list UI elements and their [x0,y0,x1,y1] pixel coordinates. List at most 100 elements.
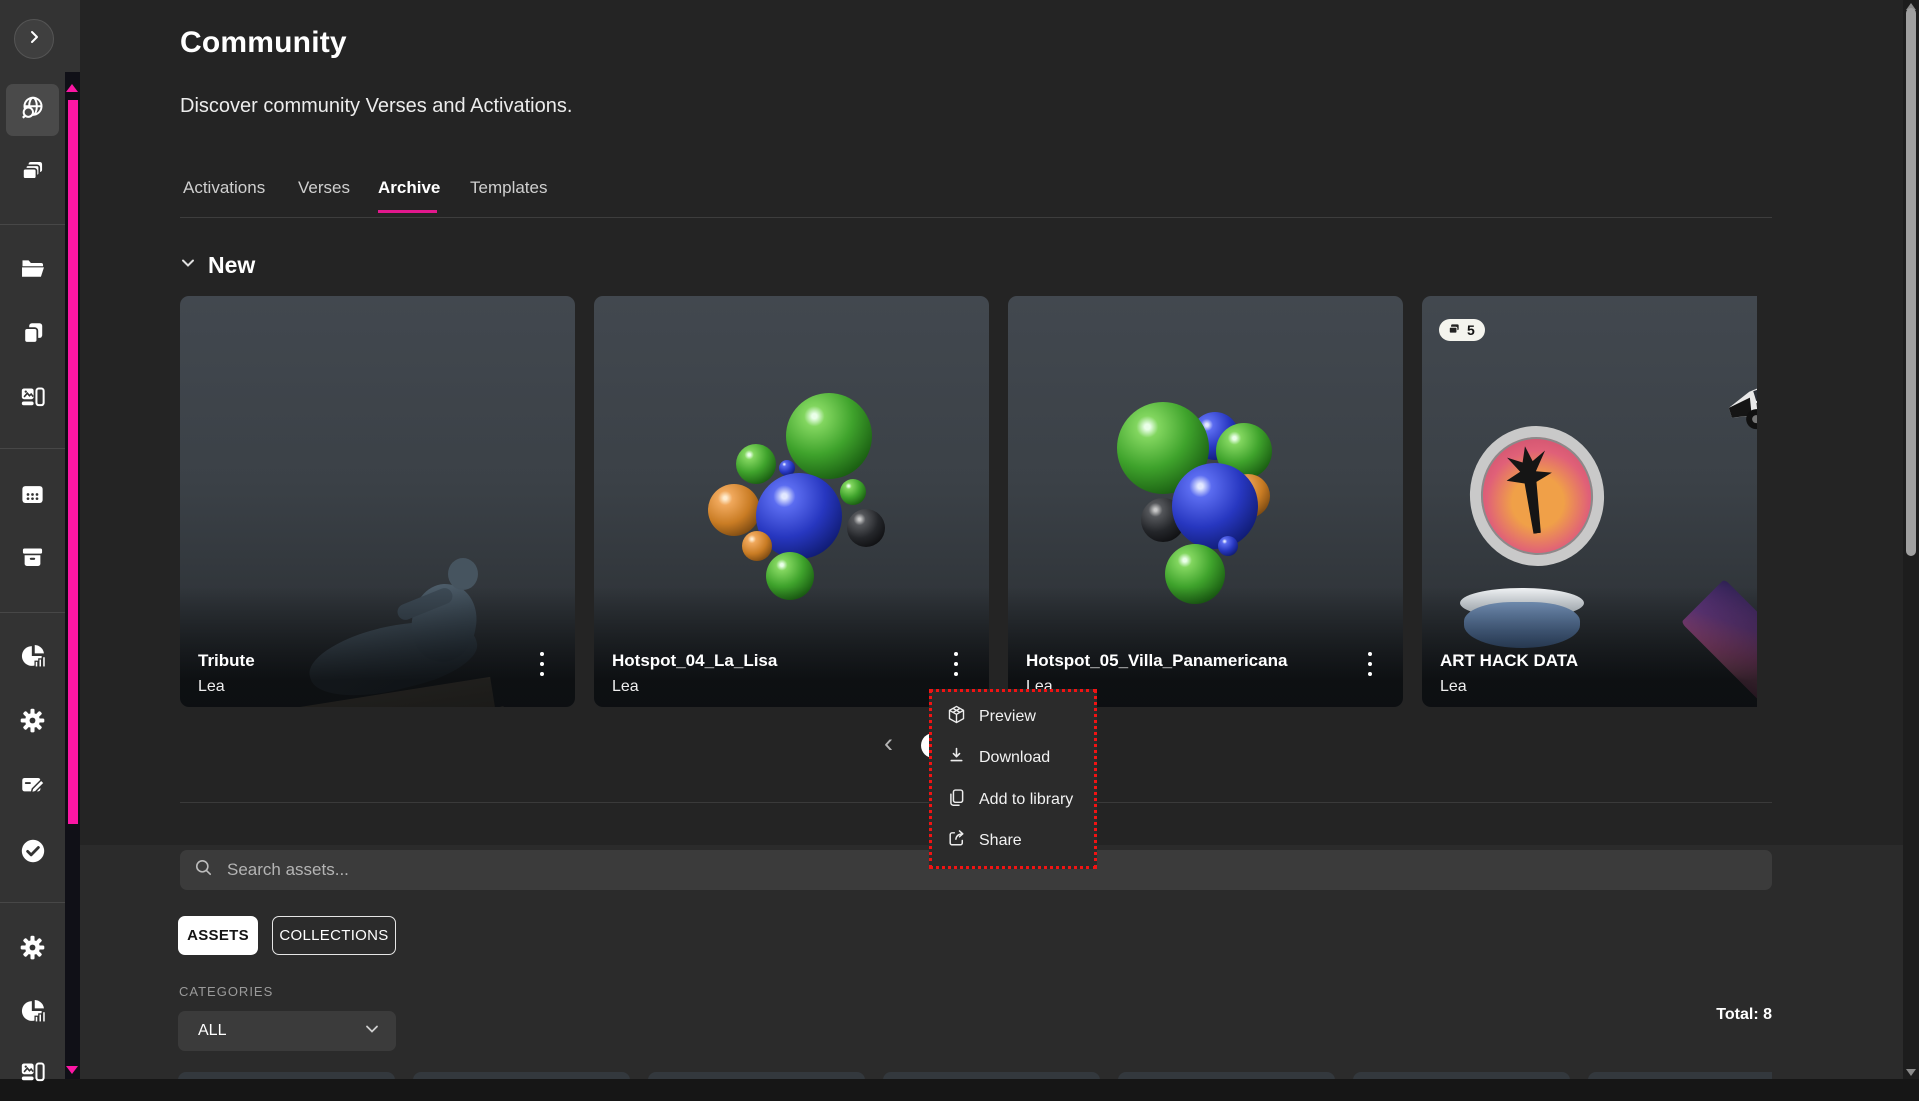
search-icon [194,858,213,882]
assets-filter-button[interactable]: ASSETS [178,916,258,955]
sidebar-expand-button[interactable] [14,19,54,59]
page-scroll-down-arrow[interactable] [1906,1069,1916,1076]
card-title: Hotspot_05_Villa_Panamericana [1026,651,1287,671]
sidebar-item-8-gear[interactable] [0,697,65,749]
card-title: Hotspot_04_La_Lisa [612,651,777,671]
menu-item-label: Add to library [979,791,1073,809]
sidebar-scroll-down-arrow[interactable] [66,1066,78,1074]
sidebar-item-9-card-pen[interactable] [0,761,65,813]
asset-grid-tile[interactable] [1353,1072,1570,1079]
total-count-label: Total: 8 [1572,1006,1772,1024]
menu-item-label: Preview [979,708,1036,726]
sidebar-item-6-archive-box[interactable] [0,534,65,586]
sphere-green [736,444,776,484]
add-to-library-icon [946,787,967,813]
layers-icon [19,158,46,190]
tab-verses[interactable]: Verses [298,178,350,198]
carousel-prev-button[interactable]: ‹ [884,728,893,759]
badge-count: 5 [1467,322,1475,338]
sidebar-item-4-media-kiosk[interactable] [0,374,65,426]
tab-templates[interactable]: Templates [470,178,547,198]
sidebar-scrollbar-thumb[interactable] [68,100,78,824]
sidebar-divider [0,448,65,449]
collections-filter-button[interactable]: COLLECTIONS [272,916,396,955]
gear-icon [19,934,46,966]
sidebar-item-12-pie-chart[interactable] [0,987,65,1039]
asset-grid-tile[interactable] [1588,1072,1772,1079]
kebab-menu-icon[interactable] [1359,649,1381,679]
chevron-right-icon [26,29,42,50]
category-dropdown[interactable]: ALL [178,1011,396,1051]
section-new-header[interactable]: New [180,252,255,279]
menu-item-preview[interactable]: Preview [932,698,1094,736]
sidebar-item-11-gear[interactable] [0,924,65,976]
chevron-down-icon [364,1021,380,1042]
sidebar-item-13-media-kiosk[interactable] [0,1049,65,1101]
card-author: Lea [1440,678,1467,696]
kebab-menu-icon[interactable] [945,649,967,679]
preview-cube-icon [946,704,967,730]
sidebar-item-7-pie-chart[interactable] [0,632,65,684]
asset-grid-tile[interactable] [1118,1072,1335,1079]
check-circle-icon [19,837,47,870]
menu-item-label: Share [979,832,1022,850]
card-title: Tribute [198,651,255,671]
sidebar-divider [0,902,65,903]
asset-grid-tile[interactable] [883,1072,1100,1079]
calendar-dots-icon [19,481,46,513]
card-author: Lea [198,678,225,696]
media-kiosk-icon [19,384,46,416]
kebab-menu-icon[interactable] [531,649,553,679]
sidebar-scroll-up-arrow[interactable] [66,84,78,92]
asset-card-hotspot-05[interactable]: Hotspot_05_Villa_Panamericana Lea [1008,296,1403,707]
sidebar-item-1-layers[interactable] [0,148,65,200]
sphere-blue [1218,536,1238,556]
asset-card-tribute[interactable]: Tribute Lea [180,296,575,707]
category-selected-value: ALL [198,1022,226,1040]
asset-card-hotspot-04[interactable]: Hotspot_04_La_Lisa Lea [594,296,989,707]
menu-item-add-to-library[interactable]: Add to library [932,781,1094,819]
menu-item-download[interactable]: Download [932,739,1094,777]
sphere-green [786,393,872,479]
card-author: Lea [612,678,639,696]
card-title: ART HACK DATA [1440,651,1578,671]
asset-grid-row [178,1072,1772,1079]
sphere-green [840,479,866,505]
tab-archive[interactable]: Archive [378,178,440,198]
sidebar-item-3-copy[interactable] [0,309,65,361]
sidebar-item-10-check-circle[interactable] [0,827,65,879]
stack-icon [1447,322,1461,339]
sphere-blue [1172,463,1258,549]
page-title: Community [180,26,347,60]
globe-search-icon [19,94,47,127]
pie-chart-icon [19,642,47,675]
card-caption-shade [1422,587,1757,707]
share-icon [946,828,967,854]
asset-grid-tile[interactable] [178,1072,395,1079]
sidebar-divider [0,224,65,225]
active-tab-underline [378,210,437,213]
page-scrollbar-thumb[interactable] [1906,8,1916,556]
card-caption-shade [180,587,575,707]
asset-grid-tile[interactable] [648,1072,865,1079]
sidebar-divider [0,612,65,613]
sidebar-item-0-globe-search[interactable] [6,84,59,136]
asset-context-menu: Preview Download Add to library Share [929,689,1097,869]
menu-item-share[interactable]: Share [932,822,1094,860]
categories-label: CATEGORIES [179,984,273,999]
menu-item-label: Download [979,749,1050,767]
card-pen-icon [19,771,47,804]
sphere-orange [708,484,760,536]
page-subtitle: Discover community Verses and Activation… [180,95,572,118]
asset-card-art-hack-data[interactable]: 5 ART HACK DATA Lea [1422,296,1757,707]
archive-box-icon [19,544,46,576]
police-car-image [1716,347,1757,446]
tab-activations[interactable]: Activations [183,178,265,198]
asset-grid-tile[interactable] [413,1072,630,1079]
copy-icon [20,320,46,351]
gear-icon [19,707,46,739]
sphere-black [847,509,885,547]
sidebar-item-2-folder-open[interactable] [0,244,65,296]
asset-carousel: Tribute Lea Hotspot_04_La_Lisa Lea Hotsp… [180,296,1757,708]
sidebar-item-5-calendar-dots[interactable] [0,471,65,523]
